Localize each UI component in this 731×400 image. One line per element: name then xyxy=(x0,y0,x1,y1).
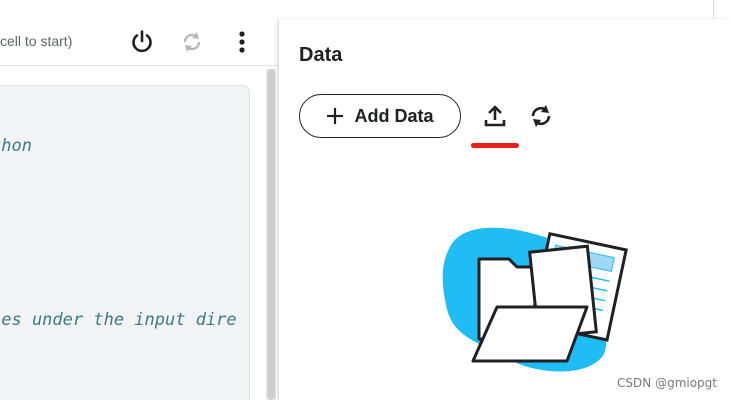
power-icon[interactable] xyxy=(128,28,156,56)
add-data-label: Add Data xyxy=(354,105,434,126)
code-line-2: les under the input dire xyxy=(0,310,237,330)
kernel-toolbar: cell to start) xyxy=(0,19,278,66)
more-options-icon[interactable] xyxy=(228,28,256,56)
restart-icon[interactable] xyxy=(178,28,206,56)
folder-illustration xyxy=(442,227,628,372)
top-divider xyxy=(713,0,714,19)
add-data-button[interactable]: Add Data xyxy=(299,94,461,138)
code-cell[interactable]: thon les under the input dire xyxy=(0,85,250,400)
data-panel: Data Add Data CSDN @gmiopgt xyxy=(278,19,731,400)
scrollbar-thumb[interactable] xyxy=(267,69,275,400)
top-strip xyxy=(0,0,731,20)
watermark: CSDN @gmiopgt xyxy=(617,376,717,390)
notebook-pane: cell to start) thon les under th xyxy=(0,19,278,400)
code-line-1: thon xyxy=(0,136,32,156)
panel-title: Data xyxy=(299,44,343,66)
plus-icon xyxy=(327,108,344,124)
highlight-underline xyxy=(471,143,519,148)
upload-icon[interactable] xyxy=(482,103,508,129)
kernel-status-text: cell to start) xyxy=(0,33,73,49)
refresh-icon[interactable] xyxy=(528,103,554,129)
